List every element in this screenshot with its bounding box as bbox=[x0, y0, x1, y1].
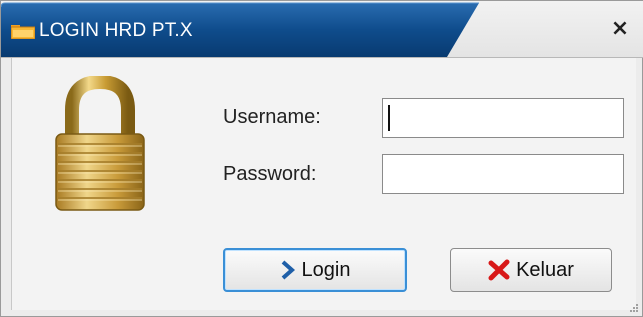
password-label: Password: bbox=[223, 163, 317, 185]
folder-icon bbox=[11, 25, 35, 39]
close-button[interactable]: × bbox=[608, 17, 632, 41]
login-button[interactable]: Login bbox=[223, 248, 407, 292]
login-button-label: Login bbox=[301, 258, 351, 281]
username-label: Username: bbox=[223, 106, 321, 128]
red-x-icon bbox=[488, 259, 510, 281]
window-title: LOGIN HRD PT.X bbox=[39, 20, 193, 41]
text-caret bbox=[388, 105, 390, 131]
close-icon: × bbox=[610, 16, 630, 41]
keluar-button[interactable]: Keluar bbox=[450, 248, 612, 292]
login-window: LOGIN HRD PT.X × Username: Password: Log… bbox=[0, 0, 643, 317]
password-input[interactable] bbox=[382, 154, 624, 194]
title-bar[interactable]: LOGIN HRD PT.X × bbox=[1, 1, 643, 58]
chevron-right-icon bbox=[281, 260, 295, 280]
keluar-button-label: Keluar bbox=[516, 258, 574, 281]
resize-grip-icon[interactable] bbox=[627, 301, 639, 313]
username-input[interactable] bbox=[382, 98, 624, 138]
padlock-icon bbox=[55, 76, 145, 211]
